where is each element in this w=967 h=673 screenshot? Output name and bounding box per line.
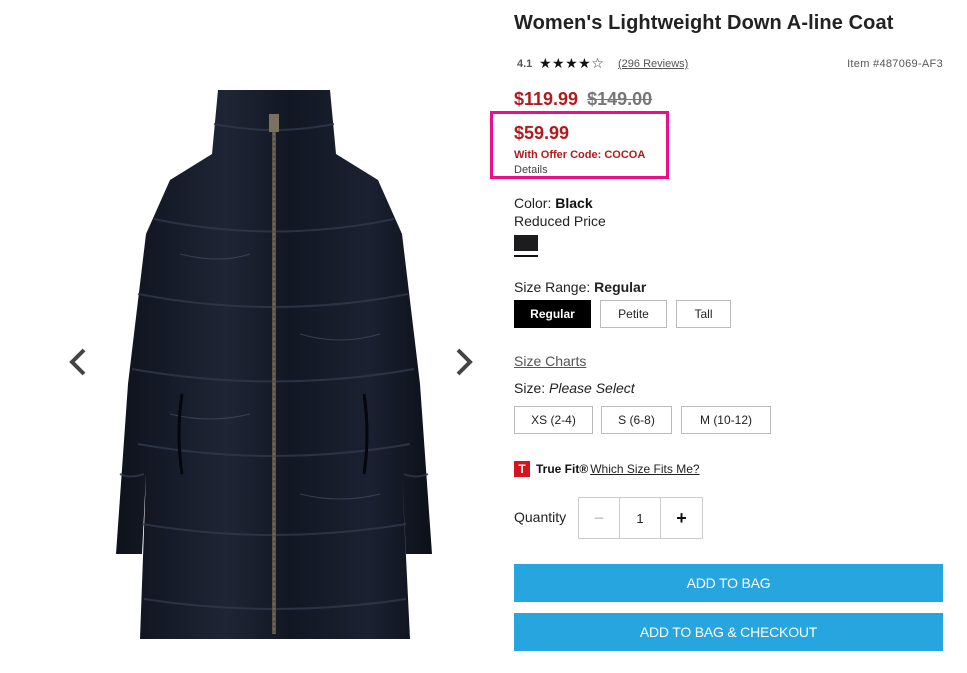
price-row: $119.99 $149.00 — [514, 89, 652, 110]
size-range-petite-button[interactable]: Petite — [600, 300, 667, 328]
offer-price: $59.99 — [514, 123, 570, 143]
star-rating-icon: ★★★★☆ — [539, 55, 605, 71]
reviews-link[interactable]: (296 Reviews) — [618, 58, 688, 70]
chevron-left-icon — [69, 348, 86, 376]
add-to-bag-button[interactable]: ADD TO BAG — [514, 564, 943, 602]
rating-row: 4.1 ★★★★☆ (296 Reviews) Item #487069-AF3 — [514, 55, 943, 73]
quantity-decrease-button[interactable]: − — [579, 498, 620, 538]
product-image — [116, 90, 432, 639]
product-gallery — [0, 0, 500, 673]
quantity-value[interactable]: 1 — [620, 498, 661, 538]
color-swatch-black[interactable] — [514, 235, 538, 255]
size-range-regular-button[interactable]: Regular — [514, 300, 591, 328]
true-fit-row: T True Fit® Which Size Fits Me? — [514, 460, 700, 478]
color-value: Black — [555, 195, 593, 211]
color-label-text: Color: — [514, 195, 552, 211]
item-number: Item #487069-AF3 — [847, 58, 943, 70]
quantity-increase-button[interactable]: + — [661, 498, 702, 538]
offer-code-text: With Offer Code: COCOA — [514, 149, 646, 161]
true-fit-link[interactable]: Which Size Fits Me? — [590, 462, 699, 476]
rating-value: 4.1 — [517, 58, 533, 70]
gallery-next-button[interactable] — [452, 345, 476, 379]
gallery-prev-button[interactable] — [66, 345, 90, 379]
size-range-label-text: Size Range: — [514, 279, 591, 295]
product-title: Women's Lightweight Down A-line Coat — [514, 12, 894, 34]
true-fit-icon: T — [514, 461, 530, 477]
color-label: Color: Black — [514, 195, 593, 211]
offer-details-link[interactable]: Details — [514, 164, 548, 176]
add-to-bag-checkout-button[interactable]: ADD TO BAG & CHECKOUT — [514, 613, 943, 651]
true-fit-brand: True Fit® — [536, 462, 589, 476]
size-xs-button[interactable]: XS (2-4) — [514, 406, 593, 434]
original-price: $149.00 — [587, 89, 653, 109]
quantity-stepper: − 1 + — [578, 497, 703, 539]
size-s-button[interactable]: S (6-8) — [601, 406, 672, 434]
size-label-text: Size: — [514, 380, 546, 396]
size-range-tall-button[interactable]: Tall — [676, 300, 731, 328]
quantity-label: Quantity — [514, 509, 567, 525]
reduced-price-note: Reduced Price — [514, 213, 606, 229]
chevron-right-icon — [456, 348, 473, 376]
size-range-label: Size Range: Regular — [514, 279, 646, 295]
sale-price: $119.99 — [514, 89, 579, 109]
size-m-button[interactable]: M (10-12) — [681, 406, 771, 434]
size-placeholder: Please Select — [549, 380, 635, 396]
size-label: Size: Please Select — [514, 380, 635, 396]
size-range-value: Regular — [594, 279, 647, 295]
size-charts-link[interactable]: Size Charts — [514, 353, 586, 369]
